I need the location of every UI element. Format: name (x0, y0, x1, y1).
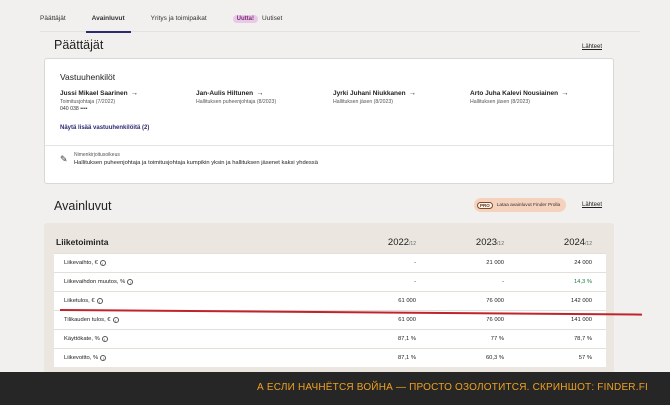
person-name: Jan-Aulis Hiltunen (196, 90, 254, 97)
info-icon[interactable]: i (127, 279, 134, 285)
table-row: Käyttökate, % i 87,1 % 77 % 78,7 % (54, 329, 606, 348)
info-icon[interactable]: i (112, 317, 119, 323)
tab-yritys[interactable]: Yritys ja toimipaikat (151, 6, 207, 32)
arrow-right-icon: → (256, 88, 264, 97)
person-role: Hallituksen jäsen (8/2023) (470, 99, 530, 105)
person-name: Jyrki Juhani Niukkanen (333, 90, 406, 97)
cell-2024: 142 000 (571, 298, 592, 304)
info-icon[interactable]: i (101, 336, 108, 342)
cell-2023: - (502, 279, 504, 285)
key-figures-title: Avainluvut (54, 199, 112, 213)
officials-card: Vastuuhenkilöt Jussi Mikael Saarinen → To… (44, 58, 614, 184)
info-icon[interactable]: i (100, 355, 107, 361)
cell-2023: 76 000 (486, 298, 504, 304)
table-row: Liikevoitto, % i 87,1 % 60,3 % 57 % (54, 348, 606, 367)
tab-uutiset-label: Uutiset (262, 14, 283, 22)
cell-2024: 57 % (578, 355, 592, 361)
cell-2022: 61 000 (398, 317, 416, 323)
person-role: Hallituksen puheenjohtaja (8/2023) (196, 99, 277, 105)
person-name: Arto Juha Kalevi Nousiainen (470, 90, 559, 97)
cell-2024: 78,7 % (573, 336, 592, 342)
info-icon[interactable]: i (99, 260, 106, 266)
row-label: Käyttökate, % (64, 336, 100, 342)
person-4[interactable]: Arto Juha Kalevi Nousiainen → Hallituksen… (470, 88, 610, 105)
year-header-2023: 2023/12 (475, 237, 504, 248)
cell-2022: 87,1 % (397, 336, 416, 342)
arrow-right-icon: → (561, 88, 569, 97)
tab-paattajat[interactable]: Päättäjät (40, 6, 66, 32)
pro-download-label: Lataa avainluvut Finder Prolla (496, 202, 561, 208)
table-group-label: Liiketoiminta (56, 237, 109, 247)
year-header-2022: 2022/12 (387, 237, 416, 248)
new-badge: Uutta! (232, 14, 259, 23)
table-row: Liikevaihto, € i - 21 000 24 000 (54, 253, 606, 272)
row-label: Liiketulos, € (64, 298, 95, 304)
year-header-2024: 2024/12 (563, 237, 592, 248)
cell-2022: - (414, 279, 416, 285)
pen-icon: ✎ (60, 154, 68, 164)
person-role: Hallituksen jäsen (8/2023) (333, 99, 393, 105)
cell-2022: 87,1 % (397, 355, 416, 361)
cell-2024: 24 000 (574, 260, 592, 266)
cell-2023: 21 000 (486, 260, 504, 266)
cell-2023: 76 000 (486, 317, 504, 323)
responsible-persons-title: Vastuuhenkilöt (60, 72, 116, 82)
person-name: Jussi Mikael Saarinen (60, 90, 128, 97)
person-role: Toimitusjohtaja (7/2022) (60, 99, 116, 105)
table-row: Liiketulos, € i 61 000 76 000 142 000 (54, 291, 606, 310)
caption-text: А ЕСЛИ НАЧНЁТСЯ ВОЙНА — ПРОСТО ОЗОЛОТИТС… (257, 382, 648, 393)
row-label: Liikevaihto, € (64, 260, 98, 266)
tab-avainluvut[interactable]: Avainluvut (85, 6, 131, 33)
page-frame: Päättäjät Avainluvut Yritys ja toimipaik… (0, 0, 670, 372)
arrow-right-icon: → (408, 88, 417, 97)
person-3[interactable]: Jyrki Juhani Niukkanen → Hallituksen jäse… (333, 88, 473, 105)
caption-bar: А ЕСЛИ НАЧНЁТСЯ ВОЙНА — ПРОСТО ОЗОЛОТИТС… (0, 372, 670, 405)
show-more-persons-link[interactable]: Näytä lisää vastuuhenkilöitä (2) (60, 125, 149, 131)
pro-badge: PRO (477, 201, 493, 209)
top-nav: Päättäjät Avainluvut Yritys ja toimipaik… (40, 6, 640, 33)
row-label: Liikevaihdon muutos, % (64, 279, 126, 285)
person-phone[interactable]: 040 038 •••• (60, 106, 200, 112)
officials-sources-link[interactable]: Lähteet (582, 44, 602, 50)
cell-2022: 61 000 (398, 298, 416, 304)
key-figures-sources-link[interactable]: Lähteet (582, 202, 602, 208)
cell-2022: - (414, 260, 416, 266)
cell-2023: 60,3 % (485, 355, 504, 361)
signature-right-text: Hallituksen puheenjohtaja ja toimitusjoh… (74, 160, 318, 166)
signature-right-label: Nimenkirjoitusoikeus (74, 152, 120, 158)
row-label: Liikevoitto, % (64, 355, 99, 361)
info-icon[interactable]: i (96, 298, 103, 304)
key-figures-table: Liiketoiminta 2022/12 2023/12 2024/12 Li… (44, 223, 614, 372)
row-label: Tilikauden tulos, € (64, 317, 111, 323)
table-row: Liikevaihdon muutos, % i - - 14,3 % (54, 272, 606, 291)
person-1[interactable]: Jussi Mikael Saarinen → Toimitusjohtaja (… (60, 88, 200, 112)
cell-2024: 14,3 % (573, 279, 592, 285)
person-2[interactable]: Jan-Aulis Hiltunen → Hallituksen puheenjo… (196, 88, 336, 105)
officials-title: Päättäjät (54, 38, 104, 52)
arrow-right-icon: → (130, 88, 139, 97)
pro-download-button[interactable]: PRO Lataa avainluvut Finder Prolla (474, 198, 567, 212)
card-divider (45, 145, 613, 146)
cell-2023: 77 % (490, 336, 504, 342)
cell-2024: 141 000 (571, 317, 592, 323)
tab-uutiset[interactable]: Uutta! Uutiset (232, 6, 283, 32)
